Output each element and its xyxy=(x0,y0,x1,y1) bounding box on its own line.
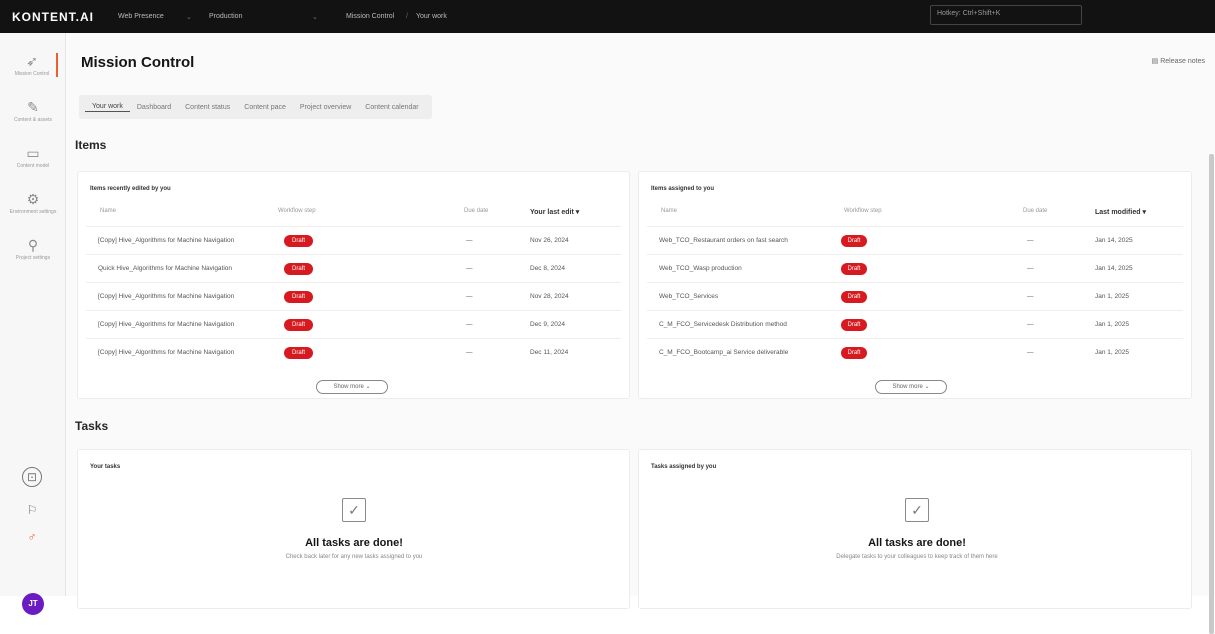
items-heading: Items xyxy=(75,138,107,152)
assigned-items-card: Items assigned to you Name Workflow step… xyxy=(638,171,1192,399)
empty-state-title: All tasks are done! xyxy=(868,537,966,549)
checkbox-check-icon: ✓ xyxy=(905,498,929,522)
tab-project-overview[interactable]: Project overview xyxy=(293,104,358,111)
table-row[interactable]: Web_TCO_Restaurant orders on fast search… xyxy=(647,226,1183,254)
status-badge: Draft xyxy=(841,291,867,303)
tab-content-status[interactable]: Content status xyxy=(178,104,237,111)
table-row[interactable]: [Copy] Hive_Algorithms for Machine Navig… xyxy=(86,338,621,366)
tab-dashboard[interactable]: Dashboard xyxy=(130,104,178,111)
column-header-due[interactable]: Due date xyxy=(464,208,488,214)
column-header-workflow[interactable]: Workflow step xyxy=(844,208,882,214)
nav-content-assets[interactable]: ✎ Content & assets xyxy=(8,99,58,123)
status-badge: Draft xyxy=(841,235,867,247)
nav-environment-settings[interactable]: ⚙ Environment settings xyxy=(8,191,58,215)
feedback-icon[interactable]: ⚐ xyxy=(20,498,44,522)
column-header-last-edit[interactable]: Your last edit ▾ xyxy=(530,208,579,216)
card-title: Items recently edited by you xyxy=(90,186,171,192)
tasks-heading: Tasks xyxy=(75,419,109,433)
table-row[interactable]: Web_TCO_Services Draft — Jan 1, 2025 xyxy=(647,282,1183,310)
assigned-tasks-card: Tasks assigned by you ✓ All tasks are do… xyxy=(638,449,1192,609)
column-header-due[interactable]: Due date xyxy=(1023,208,1047,214)
status-badge: Draft xyxy=(284,291,313,303)
show-more-button[interactable]: Show more ⌄ xyxy=(316,380,388,394)
status-badge: Draft xyxy=(284,263,313,275)
left-navigation: ➶ Mission Control ✎ Content & assets ▭ Cont… xyxy=(0,33,66,615)
release-notes-link[interactable]: ▤ Release notes xyxy=(1152,57,1205,65)
table-row[interactable]: Quick Hive_Algorithms for Machine Naviga… xyxy=(86,254,621,282)
column-header-name[interactable]: Name xyxy=(100,208,116,214)
column-header-workflow[interactable]: Workflow step xyxy=(278,208,316,214)
vertical-scrollbar[interactable] xyxy=(1209,154,1214,634)
tab-your-work[interactable]: Your work xyxy=(85,103,130,112)
your-tasks-card: Your tasks ✓ All tasks are done! Check b… xyxy=(77,449,630,609)
chevron-down-icon: ⌄ xyxy=(365,384,371,390)
nav-project-settings[interactable]: ⚲ Project settings xyxy=(8,237,58,261)
chevron-down-icon: ⌄ xyxy=(312,14,318,21)
avatar[interactable]: JT xyxy=(22,593,44,615)
tab-content-pace[interactable]: Content pace xyxy=(237,104,293,111)
chevron-down-icon: ⌄ xyxy=(186,14,192,21)
table-row[interactable]: C_M_FCO_Bootcamp_ai Service deliverable … xyxy=(647,338,1183,366)
breadcrumb-view: Your work xyxy=(416,13,447,20)
status-badge: Draft xyxy=(284,347,313,359)
main-content: Mission Control ▤ Release notes Your wor… xyxy=(66,33,1215,634)
status-badge: Draft xyxy=(284,235,313,247)
empty-state-subtitle: Check back later for any new tasks assig… xyxy=(285,554,423,560)
nav-mission-control[interactable]: ➶ Mission Control xyxy=(8,53,58,77)
search-input[interactable]: Hotkey: Ctrl+Shift+K xyxy=(930,5,1082,25)
nav-content-model[interactable]: ▭ Content model xyxy=(8,145,58,169)
table-row[interactable]: [Copy] Hive_Algorithms for Machine Navig… xyxy=(86,310,621,338)
help-icon[interactable]: ⊡ xyxy=(22,467,42,487)
view-tabs: Your work Dashboard Content status Conte… xyxy=(79,95,432,119)
environment-switcher[interactable]: Production xyxy=(209,13,242,20)
table-row[interactable]: Web_TCO_Wasp production Draft — Jan 14, … xyxy=(647,254,1183,282)
checkbox-check-icon: ✓ xyxy=(342,498,366,522)
tab-content-calendar[interactable]: Content calendar xyxy=(358,104,425,111)
table-row[interactable]: [Copy] Hive_Algorithms for Machine Navig… xyxy=(86,282,621,310)
breadcrumb-context: Mission Control xyxy=(346,13,395,20)
status-badge: Draft xyxy=(841,347,867,359)
brand-logo[interactable]: KONTENT.AI xyxy=(12,10,94,24)
settings-icon: ⚙ xyxy=(26,191,40,207)
document-icon: ▤ xyxy=(1151,58,1161,65)
status-badge: Draft xyxy=(841,263,867,275)
card-title: Tasks assigned by you xyxy=(651,464,717,470)
table-row[interactable]: C_M_FCO_Servicedesk Distribution method … xyxy=(647,310,1183,338)
chevron-down-icon: ⌄ xyxy=(924,384,930,390)
page-title: Mission Control xyxy=(81,54,195,71)
show-more-button[interactable]: Show more ⌄ xyxy=(875,380,947,394)
notifications-icon[interactable]: ♂ xyxy=(20,525,44,549)
pencil-icon: ✎ xyxy=(27,99,39,115)
recently-edited-card: Items recently edited by you Name Workfl… xyxy=(77,171,630,399)
breadcrumb-separator: / xyxy=(406,13,408,20)
model-icon: ▭ xyxy=(26,145,40,161)
card-title: Items assigned to you xyxy=(651,186,715,192)
table-row[interactable]: [Copy] Hive_Algorithms for Machine Navig… xyxy=(86,226,621,254)
sort-down-icon: ▾ xyxy=(1142,209,1146,216)
status-badge: Draft xyxy=(841,319,867,331)
empty-state-title: All tasks are done! xyxy=(305,537,403,549)
sort-down-icon: ▾ xyxy=(575,209,580,216)
top-bar: KONTENT.AI Web Presence ⌄ Production ⌄ M… xyxy=(0,0,1215,33)
column-header-last-modified[interactable]: Last modified ▾ xyxy=(1095,208,1146,216)
rocket-icon: ➶ xyxy=(26,53,38,69)
card-title: Your tasks xyxy=(90,464,121,470)
empty-state-subtitle: Delegate tasks to your colleagues to kee… xyxy=(836,554,998,560)
status-badge: Draft xyxy=(284,319,313,331)
project-icon: ⚲ xyxy=(27,237,39,253)
project-switcher[interactable]: Web Presence xyxy=(118,13,164,20)
column-header-name[interactable]: Name xyxy=(661,208,677,214)
